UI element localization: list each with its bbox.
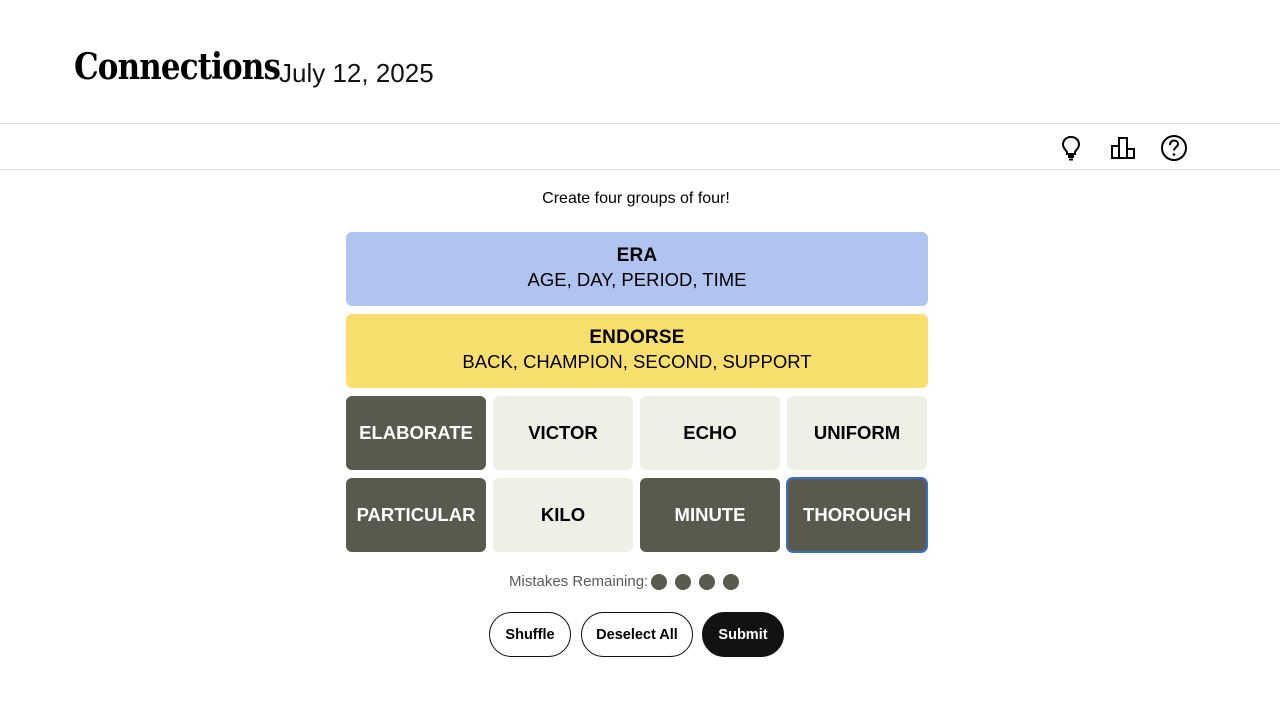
group-name: ENDORSE <box>589 327 685 348</box>
word-tile[interactable]: UNIFORM <box>787 396 927 470</box>
submit-button[interactable]: Submit <box>702 612 784 657</box>
mistakes-remaining: Mistakes Remaining: <box>0 573 1280 591</box>
mistake-dot <box>651 574 667 590</box>
help-button[interactable] <box>1159 133 1189 163</box>
mistakes-label: Mistakes Remaining: <box>509 573 649 590</box>
group-name: ERA <box>616 245 658 266</box>
leaderboard-button[interactable] <box>1108 133 1138 163</box>
solved-group: ERA AGE, DAY, PERIOD, TIME <box>346 232 928 306</box>
mistake-dot <box>723 574 739 590</box>
deselect-all-button[interactable]: Deselect All <box>581 612 693 657</box>
mistake-dot <box>699 574 715 590</box>
shuffle-button[interactable]: Shuffle <box>489 612 571 657</box>
game-title: Connections <box>74 46 281 88</box>
word-tile[interactable]: VICTOR <box>493 396 633 470</box>
word-tile[interactable]: MINUTE <box>640 478 780 552</box>
word-tile[interactable]: KILO <box>493 478 633 552</box>
toolbar <box>0 125 1280 170</box>
puzzle-date: July 12, 2025 <box>279 58 434 88</box>
word-tile[interactable]: ECHO <box>640 396 780 470</box>
lightbulb-icon <box>1060 135 1082 161</box>
help-icon <box>1160 134 1188 162</box>
word-tile[interactable]: PARTICULAR <box>346 478 486 552</box>
group-words: AGE, DAY, PERIOD, TIME <box>527 269 747 290</box>
word-tile[interactable]: ELABORATE <box>346 396 486 470</box>
group-words: BACK, CHAMPION, SECOND, SUPPORT <box>462 351 812 372</box>
word-tile[interactable]: THOROUGH <box>786 477 928 553</box>
instructions-text: Create four groups of four! <box>542 190 730 207</box>
mistake-dot <box>675 574 691 590</box>
leaderboard-icon <box>1110 136 1136 160</box>
solved-group: ENDORSE BACK, CHAMPION, SECOND, SUPPORT <box>346 314 928 388</box>
hint-button[interactable] <box>1056 133 1086 163</box>
app-header: Connections July 12, 2025 <box>0 0 1280 124</box>
